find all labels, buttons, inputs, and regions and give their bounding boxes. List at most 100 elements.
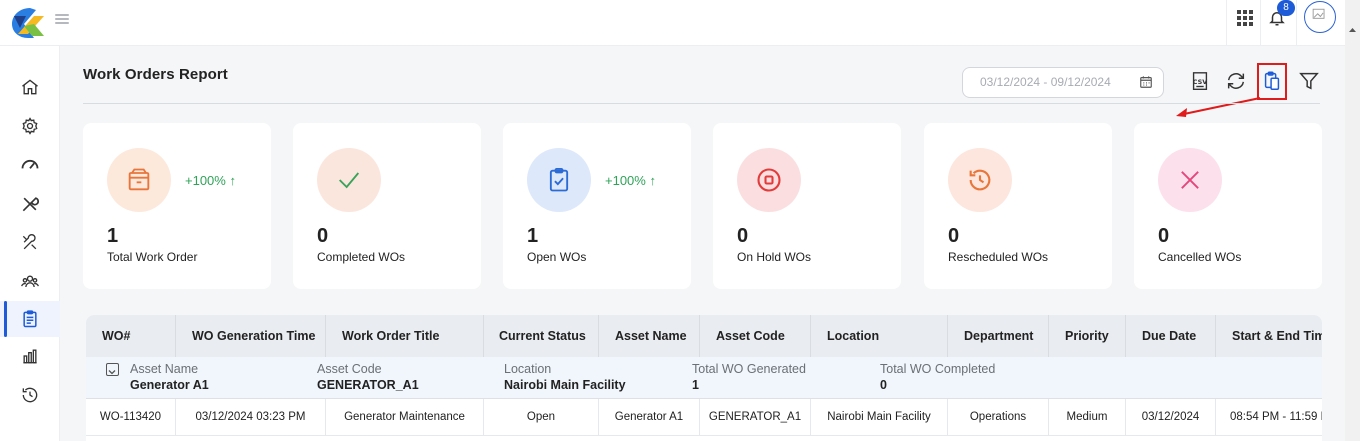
close-icon [1181, 171, 1199, 189]
divider [1260, 0, 1261, 46]
group-field-label: Location [504, 362, 552, 376]
sidebar-item-tools[interactable] [0, 186, 60, 222]
stat-card-on-hold[interactable]: 0 On Hold WOs [713, 123, 901, 289]
cell-wo-number[interactable]: WO-113420 [86, 399, 176, 436]
cell-start-end-time: 08:54 PM - 11:59 PM [1230, 411, 1322, 423]
group-field-label: Asset Name [130, 362, 199, 376]
filter-icon [1299, 72, 1319, 90]
cell-title: Generator Maintenance [326, 399, 484, 436]
card-icon-circle [527, 148, 591, 212]
sidebar-item-analytics[interactable] [0, 338, 60, 374]
menu-toggle-icon[interactable] [55, 12, 69, 26]
top-bar: 8 [0, 0, 1345, 46]
card-label: Rescheduled WOs [948, 250, 1049, 264]
stat-card-open[interactable]: +100% ↑ 1 Open WOs [503, 123, 691, 289]
cell-generation-time: 03/12/2024 03:23 PM [176, 399, 326, 436]
sidebar [0, 46, 60, 441]
sidebar-item-team[interactable] [0, 264, 60, 300]
date-range-picker[interactable]: 03/12/2024 - 09/12/2024 [962, 67, 1164, 98]
page-title: Work Orders Report [83, 66, 228, 83]
group-field-label: Total WO Completed [880, 362, 996, 376]
group-asset-code: Asset Code GENERATOR_A1 [317, 362, 419, 394]
column-header[interactable]: Location [811, 315, 948, 357]
stat-card-cancelled[interactable]: 0 Cancelled WOs [1134, 123, 1322, 289]
wrench-screwdriver-icon [22, 234, 37, 250]
card-trend: +100% ↑ [185, 173, 236, 188]
card-count: 0 [737, 225, 749, 247]
users-icon [21, 275, 39, 288]
sidebar-item-settings[interactable] [0, 108, 60, 144]
group-total-generated: Total WO Generated 1 [692, 362, 806, 394]
refresh-button[interactable] [1223, 68, 1249, 94]
gear-icon [22, 117, 38, 135]
cell-asset-code: GENERATOR_A1 [700, 399, 811, 436]
csv-file-icon: CSV [1193, 72, 1207, 90]
card-icon-circle [1158, 148, 1222, 212]
header-divider [83, 103, 1320, 104]
app-logo-icon[interactable] [10, 6, 46, 40]
tools-icon [22, 197, 40, 212]
date-range-value: 03/12/2024 - 09/12/2024 [980, 75, 1111, 89]
card-icon-circle [948, 148, 1012, 212]
apps-grid-icon[interactable] [1237, 10, 1253, 26]
column-header[interactable]: Department [948, 315, 1049, 357]
collapse-group-toggle[interactable] [106, 363, 119, 376]
sidebar-item-home[interactable] [0, 69, 60, 105]
export-csv-button[interactable]: CSV [1187, 68, 1213, 94]
cell-due-date: 03/12/2024 [1126, 399, 1216, 436]
group-field-label: Asset Code [317, 362, 382, 376]
sidebar-item-history[interactable] [0, 377, 60, 413]
column-header[interactable]: WO# [86, 315, 176, 357]
table-header: WO# WO Generation Time Work Order Title … [86, 315, 1322, 357]
clipboard-check-icon [549, 167, 569, 192]
user-avatar[interactable] [1304, 1, 1336, 33]
column-header[interactable]: Start & End Time [1216, 315, 1322, 357]
annotation-arrow-icon [1176, 97, 1261, 117]
column-header[interactable]: Work Order Title [326, 315, 484, 357]
group-location: Location Nairobi Main Facility [504, 362, 626, 394]
avatar-image-icon [1312, 8, 1325, 19]
group-asset-name: Asset Name Generator A1 [130, 362, 209, 394]
stat-card-total[interactable]: +100% ↑ 1 Total Work Order [83, 123, 271, 289]
group-total-completed: Total WO Completed 0 [880, 362, 995, 394]
column-header[interactable]: Asset Name [599, 315, 700, 357]
group-field-label: Total WO Generated [692, 362, 806, 376]
stat-card-rescheduled[interactable]: 0 Rescheduled WOs [924, 123, 1112, 289]
card-label: Total Work Order [107, 250, 198, 264]
clipboard-list-icon [23, 310, 37, 328]
sidebar-item-reports[interactable] [0, 301, 60, 337]
card-label: Cancelled WOs [1158, 250, 1242, 264]
cell-department: Operations [948, 399, 1049, 436]
asset-group-row: Asset Name Generator A1 Asset Code GENER… [86, 357, 1322, 399]
column-header[interactable]: Priority [1049, 315, 1126, 357]
table-row[interactable]: WO-113420 03/12/2024 03:23 PM Generator … [86, 399, 1322, 436]
stat-card-completed[interactable]: 0 Completed WOs [293, 123, 481, 289]
scroll-up-arrow-icon[interactable] [1348, 0, 1357, 60]
column-header[interactable]: Due Date [1126, 315, 1216, 357]
card-count: 0 [948, 225, 960, 247]
history-icon [22, 387, 38, 403]
group-field-value: Nairobi Main Facility [504, 378, 626, 392]
sidebar-item-dashboard[interactable] [0, 147, 60, 183]
divider [1296, 0, 1297, 46]
cell-status: Open [484, 399, 599, 436]
column-header[interactable]: Current Status [484, 315, 599, 357]
cell-asset-name: Generator A1 [599, 399, 700, 436]
page-scrollbar[interactable] [1345, 0, 1360, 441]
filter-button[interactable] [1296, 68, 1322, 94]
card-count: 0 [317, 225, 329, 247]
card-label: On Hold WOs [737, 250, 812, 264]
card-count: 1 [527, 225, 539, 247]
card-icon-circle [317, 148, 381, 212]
home-icon [22, 79, 38, 95]
card-trend: +100% ↑ [605, 173, 656, 188]
card-icon-circle [737, 148, 801, 212]
column-header[interactable]: WO Generation Time [176, 315, 326, 357]
cell-priority: Medium [1049, 399, 1126, 436]
bar-chart-icon [23, 349, 37, 364]
card-count: 1 [107, 225, 119, 247]
group-field-value: 0 [880, 378, 887, 392]
sidebar-item-maintenance[interactable] [0, 225, 60, 261]
column-header[interactable]: Asset Code [700, 315, 811, 357]
card-icon-circle [107, 148, 171, 212]
